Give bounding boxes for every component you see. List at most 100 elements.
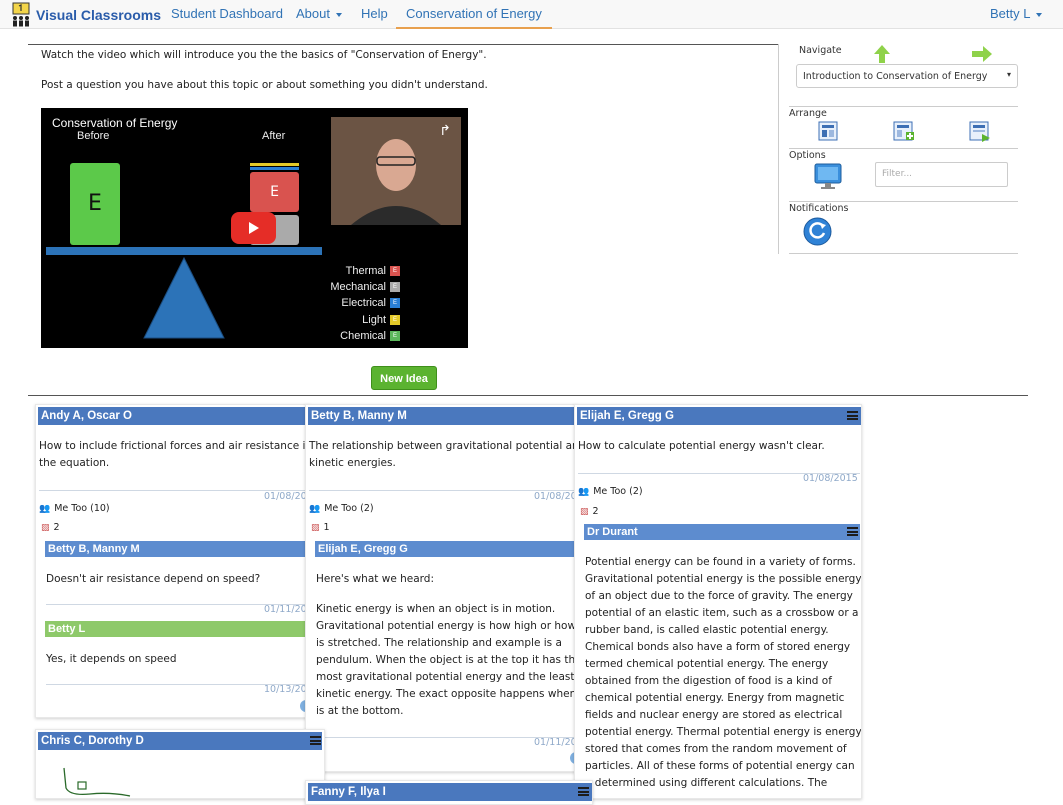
divider [789, 201, 1018, 202]
reply-text: Potential energy can be found in a varie… [585, 556, 856, 568]
reply-author: Betty B, Manny M [45, 541, 309, 557]
video-after-label: After [262, 130, 286, 142]
reply-author: Betty L [45, 621, 309, 637]
comment-icon: ▧ [580, 506, 589, 517]
comment-icon: ▧ [311, 522, 320, 533]
me-too-icon: 👥 [39, 503, 51, 514]
video-thermal-block: E [250, 172, 299, 212]
card-menu-icon[interactable] [310, 736, 321, 745]
filter-placeholder: Filter... [882, 169, 913, 179]
nav-about[interactable]: About [296, 0, 342, 29]
navigate-label: Navigate [799, 45, 842, 56]
video-before-label: Before [77, 130, 110, 142]
nav-conservation-of-energy[interactable]: Conservation of Energy [396, 0, 552, 29]
card-text: How to include frictional forces and air… [39, 440, 310, 452]
replies-count[interactable]: ▧ 1 [311, 522, 330, 533]
arrange-layout-icon[interactable] [818, 121, 838, 141]
video-presenter-image: ↱ [331, 117, 461, 225]
arrow-right-icon[interactable] [971, 45, 993, 63]
legend-swatch: E [390, 266, 400, 276]
replies-count[interactable]: ▧ 2 [580, 506, 599, 517]
idea-card[interactable]: Fanny F, Ilya I [305, 780, 593, 805]
reply-text: e determined using different calculation… [585, 777, 828, 789]
nav-student-dashboard[interactable]: Student Dashboard [171, 0, 283, 29]
options-label: Options [789, 150, 826, 161]
me-too-count: Me Too (10) [54, 503, 110, 514]
idea-card[interactable]: Andy A, Oscar O How to include frictiona… [35, 404, 310, 718]
arrange-export-icon[interactable] [969, 121, 991, 143]
reply-text: kinetic energy. The exact opposite happe… [316, 688, 577, 700]
arrange-add-icon[interactable] [893, 121, 915, 143]
user-name: Betty L [990, 6, 1031, 21]
replies-number: 2 [592, 506, 599, 517]
top-navbar: Visual Classrooms Student Dashboard Abou… [0, 0, 1063, 29]
card-author: Chris C, Dorothy D [38, 732, 322, 750]
card-menu-icon[interactable] [847, 411, 858, 420]
video-electrical-strip [250, 167, 299, 170]
reply-author: Elijah E, Gregg G [315, 541, 576, 557]
card-author: Andy A, Oscar O [38, 407, 309, 425]
chevron-down-icon [1036, 12, 1043, 17]
card-date: 01/08/2015 [803, 473, 858, 484]
video-energy-block: E [70, 163, 120, 245]
brand[interactable]: Visual Classrooms [10, 2, 161, 28]
instruction-watch: Watch the video which will introduce you… [41, 49, 487, 61]
me-too-icon: 👥 [309, 503, 321, 514]
reply-text: fields and nuclear energy are stored as … [585, 709, 843, 721]
card-author: Elijah E, Gregg G [577, 407, 861, 425]
legend-thermal: Thermal E [346, 265, 400, 277]
reply-text: potential of an elastic item, such as a … [585, 607, 859, 619]
replies-count[interactable]: ▧ 2 [41, 522, 60, 533]
card-author: Betty B, Manny M [308, 407, 576, 425]
arrow-up-icon[interactable] [873, 44, 891, 64]
video-player[interactable]: Conservation of Energy Before After E E … [41, 108, 468, 348]
nav-user-menu[interactable]: Betty L [990, 0, 1043, 29]
reply-text: Chemical bonds also have a form of store… [585, 641, 851, 653]
nav-about-label: About [296, 6, 330, 21]
video-light-strip [250, 163, 299, 166]
reply-text: rubber band, is called elastic potential… [585, 624, 829, 636]
youtube-play-button[interactable] [231, 212, 276, 244]
monitor-icon[interactable] [814, 163, 842, 190]
legend-swatch: E [390, 298, 400, 308]
idea-card[interactable]: Elijah E, Gregg G How to calculate poten… [574, 404, 862, 799]
select-arrow-icon: ▾ [1006, 70, 1011, 79]
divider [789, 106, 1018, 107]
nav-help[interactable]: Help [361, 0, 388, 29]
comment-icon: ▧ [41, 522, 50, 533]
me-too-button[interactable]: 👥 Me Too (2) [578, 486, 643, 497]
idea-card[interactable]: Chris C, Dorothy D [35, 729, 325, 799]
legend-label: Thermal [345, 265, 386, 277]
video-title: Conservation of Energy [52, 116, 178, 130]
legend-label: Mechanical [330, 281, 386, 293]
legend-electrical: Electrical E [341, 297, 400, 309]
video-seesaw-beam [46, 247, 322, 255]
card-date: 01/08/20 [534, 491, 577, 502]
share-icon[interactable]: ↱ [439, 123, 451, 139]
me-too-button[interactable]: 👥 Me Too (10) [39, 503, 110, 514]
reply-text: is at the bottom. [316, 705, 404, 717]
card-date: 01/08/20 [264, 491, 307, 502]
filter-input[interactable]: Filter... [875, 162, 1008, 187]
classroom-logo-icon [12, 2, 30, 27]
legend-label: Light [362, 314, 386, 326]
legend-label: Electrical [341, 297, 386, 309]
reply-date: 01/11/20 [534, 737, 577, 748]
reply-text: stored that comes from the random moveme… [585, 743, 847, 755]
reply-menu-icon[interactable] [847, 527, 858, 536]
reply-text: most gravitational potential energy and … [316, 671, 575, 683]
reply-text: is stretched. The relationship and examp… [316, 637, 562, 649]
legend-chemical: Chemical E [340, 330, 400, 342]
navigate-select[interactable]: Introduction to Conservation of Energy ▾ [796, 64, 1018, 88]
legend-swatch: E [390, 331, 400, 341]
reply-text: chemical potential energy. Energy from m… [585, 692, 845, 704]
refresh-icon[interactable] [803, 217, 832, 246]
reply-text: Gravitational potential energy is how hi… [316, 620, 577, 632]
new-idea-button[interactable]: New Idea [371, 366, 437, 390]
video-fulcrum-triangle [143, 257, 225, 339]
reply-date: 01/11/20 [264, 604, 307, 615]
me-too-button[interactable]: 👥 Me Too (2) [309, 503, 374, 514]
divider [789, 148, 1018, 149]
card-text: How to calculate potential energy wasn't… [578, 440, 825, 452]
idea-card[interactable]: Betty B, Manny M The relationship betwee… [305, 404, 577, 772]
